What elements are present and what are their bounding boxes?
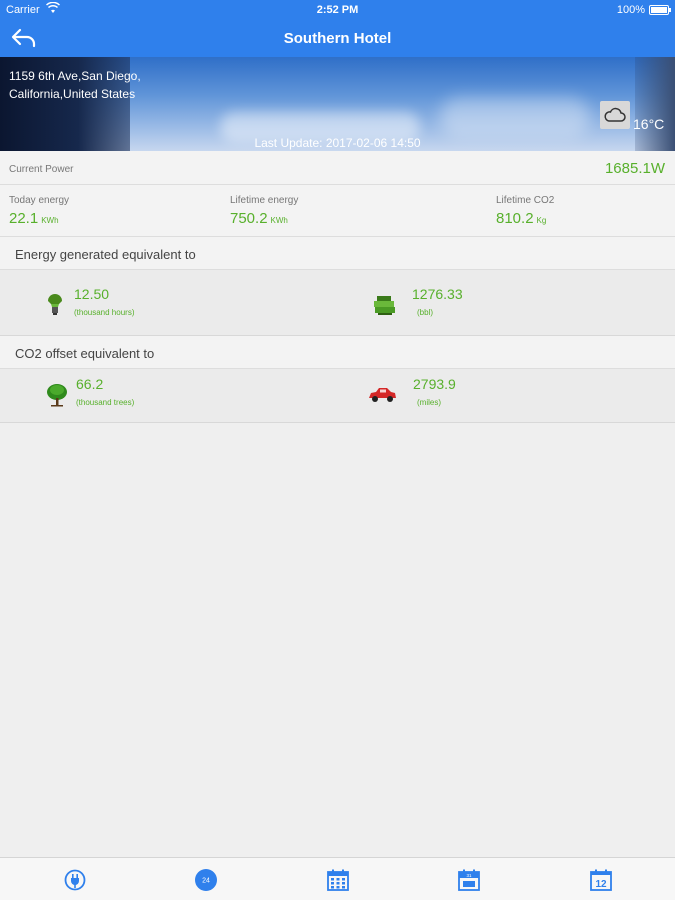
bulb-unit: (thousand hours) [74, 308, 135, 317]
oil-unit: (bbl) [417, 308, 434, 317]
tree-icon [47, 384, 67, 407]
energy-equiv-title: Energy generated equivalent to [15, 247, 196, 262]
current-power-value: 1685.1W [604, 160, 665, 177]
energy-stats-row: Today energy 22.1 KWh Lifetime energy 750… [0, 185, 675, 237]
battery-icon [649, 5, 671, 15]
oil-value: 1276.33 [412, 286, 463, 302]
today-energy-unit: KWh [41, 216, 59, 225]
24h-clock-icon: 24 [195, 869, 217, 891]
banner-cloud [440, 97, 590, 137]
car-unit: (miles) [417, 398, 441, 407]
tab-total[interactable]: 12 [589, 868, 613, 892]
light-bulb-icon [48, 294, 62, 315]
lifetime-co2: Lifetime CO2 810.2 Kg [496, 195, 554, 227]
nav-bar: Southern Hotel [0, 20, 675, 57]
lifetime-energy-unit: KWh [270, 216, 288, 225]
today-energy: Today energy 22.1 KWh [9, 195, 69, 227]
lifetime-energy-value: 750.2 [230, 210, 268, 227]
trees-value: 66.2 [76, 376, 104, 392]
tab-realtime[interactable] [63, 868, 87, 892]
battery-percent: 100% [616, 4, 645, 16]
energy-equiv-row: 12.50 (thousand hours) 1276.33 (bbl) [0, 270, 675, 336]
page-title: Southern Hotel [283, 30, 392, 47]
oil-barrel-icon [374, 296, 395, 315]
temperature: 16°C [633, 116, 665, 132]
car-icon [369, 388, 396, 402]
tab-month[interactable] [326, 868, 350, 892]
bulb-value: 12.50 [74, 286, 110, 302]
address-line-2: California,United States [9, 87, 136, 101]
last-update: Last Update: 2017-02-06 14:50 [254, 136, 421, 150]
lifetime-energy: Lifetime energy 750.2 KWh [230, 195, 298, 227]
tab-total-label: 12 [595, 879, 607, 890]
lifetime-co2-unit: Kg [536, 216, 547, 225]
tab-year[interactable]: 31 [457, 868, 481, 892]
trees-unit: (thousand trees) [76, 398, 135, 407]
site-banner: 1159 6th Ave,San Diego, California,Unite… [0, 57, 675, 151]
energy-equiv-header: Energy generated equivalent to [0, 237, 675, 270]
tab-bar: 24 31 12 [0, 857, 675, 900]
tab-day-label: 24 [202, 878, 210, 885]
status-bar: Carrier 2:52 PM 100% [0, 0, 675, 20]
lifetime-co2-value: 810.2 [496, 210, 534, 227]
address-line-1: 1159 6th Ave,San Diego, [9, 69, 141, 83]
lifetime-co2-label: Lifetime CO2 [496, 195, 555, 206]
status-time: 2:52 PM [316, 4, 359, 16]
co2-equiv-header: CO2 offset equivalent to [0, 336, 675, 369]
today-energy-value: 22.1 [9, 210, 39, 227]
current-power-label: Current Power [9, 164, 74, 175]
month-calendar-icon [327, 869, 349, 891]
site-address: 1159 6th Ave,San Diego, California,Unite… [9, 67, 189, 103]
total-calendar-icon: 12 [590, 869, 612, 891]
tab-year-label: 31 [466, 873, 472, 878]
year-calendar-icon: 31 [458, 869, 480, 891]
current-power-row: Current Power 1685.1W [0, 151, 675, 185]
plug-icon [64, 869, 86, 891]
today-energy-label: Today energy [9, 195, 70, 206]
cloud-icon [600, 101, 630, 129]
car-value: 2793.9 [413, 376, 456, 392]
co2-equiv-title: CO2 offset equivalent to [15, 346, 155, 361]
lifetime-energy-label: Lifetime energy [230, 195, 299, 206]
tab-day[interactable]: 24 [194, 868, 218, 892]
co2-equiv-row: 66.2 (thousand trees) 2793.9 (miles) [0, 369, 675, 423]
